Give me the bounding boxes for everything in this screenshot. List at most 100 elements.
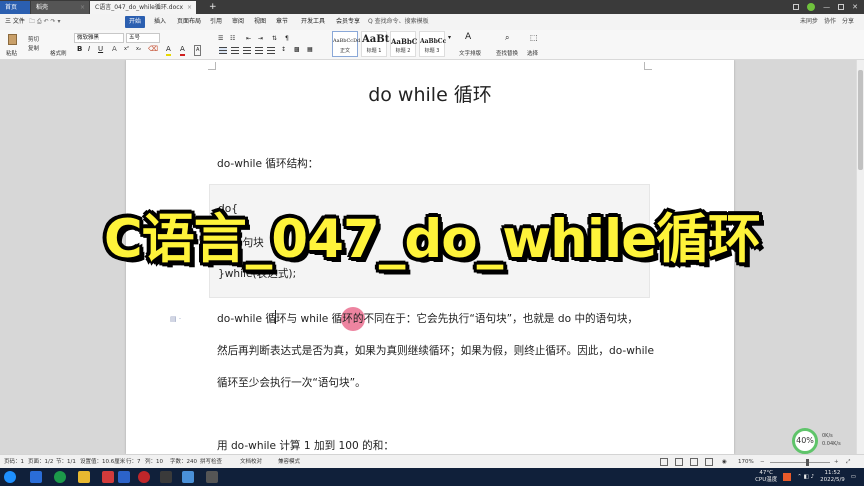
italic-button[interactable]: I: [88, 45, 90, 54]
clear-format-icon[interactable]: ⌫: [148, 45, 158, 54]
sogou-ime-icon[interactable]: [783, 473, 792, 481]
bullets-icon[interactable]: ☰: [218, 34, 223, 43]
superscript-button[interactable]: x²: [124, 45, 129, 54]
menu-references[interactable]: 引用: [210, 16, 222, 28]
zoom-level[interactable]: 170%: [738, 457, 754, 467]
style-heading-1[interactable]: AaBt 标题 1: [361, 31, 389, 57]
justify-icon[interactable]: [255, 47, 263, 54]
font-size-select[interactable]: 五号: [126, 33, 160, 43]
tab-docer[interactable]: 稻壳 ×: [31, 1, 89, 14]
share-button[interactable]: 分享: [842, 16, 854, 28]
font-name-select[interactable]: 微软雅黑: [74, 33, 124, 43]
performance-widget[interactable]: 40%: [792, 428, 818, 454]
menu-chapter[interactable]: 章节: [276, 16, 288, 28]
find-replace-icon[interactable]: ⌕: [505, 33, 509, 42]
quick-access-icons[interactable]: 🗀 ⎙ ↶ ↷ ▾: [29, 16, 61, 28]
menu-page-layout[interactable]: 页面布局: [177, 16, 201, 28]
sort-icon[interactable]: ⇅: [272, 34, 277, 43]
fullscreen-icon[interactable]: ⤢: [846, 457, 850, 467]
borders-icon[interactable]: ▦: [307, 45, 313, 54]
status-words[interactable]: 字数：240: [170, 457, 197, 467]
menu-member[interactable]: 会员专享: [336, 16, 360, 28]
scrollbar-thumb[interactable]: [858, 70, 863, 170]
menu-insert[interactable]: 插入: [154, 16, 166, 28]
taskbar-app-icon[interactable]: [54, 471, 66, 483]
status-page[interactable]: 页码：1: [4, 457, 24, 467]
underline-button[interactable]: U: [98, 45, 103, 54]
subscript-button[interactable]: x₂: [136, 45, 141, 54]
zoom-in-button[interactable]: +: [834, 457, 839, 467]
outline-view-icon[interactable]: [675, 458, 683, 466]
select-button[interactable]: 选择: [527, 49, 538, 57]
zoom-slider-thumb[interactable]: [806, 459, 809, 466]
zoom-out-button[interactable]: −: [760, 457, 765, 467]
indent-increase-icon[interactable]: ⇥: [258, 34, 263, 43]
collaborate-button[interactable]: 协作: [824, 16, 836, 28]
align-center-icon[interactable]: [231, 47, 239, 54]
tab-home[interactable]: 首页: [0, 1, 30, 14]
eye-protect-icon[interactable]: ◉: [722, 457, 727, 467]
menu-review[interactable]: 审阅: [232, 16, 244, 28]
account-avatar[interactable]: [807, 3, 816, 11]
taskbar-app-icon[interactable]: [102, 471, 114, 483]
status-spell-check[interactable]: 拼写检查: [200, 457, 222, 467]
text-layout-icon[interactable]: A: [465, 33, 471, 42]
status-pages[interactable]: 页面：1/2: [28, 457, 53, 467]
line-spacing-icon[interactable]: ↕: [281, 45, 286, 54]
menu-view[interactable]: 视图: [254, 16, 266, 28]
menu-file[interactable]: 三 文件: [5, 16, 25, 28]
style-normal[interactable]: AaBbCcDd 正文: [332, 31, 360, 57]
web-view-icon[interactable]: [690, 458, 698, 466]
format-painter-button[interactable]: 格式刷: [50, 49, 67, 57]
close-icon[interactable]: ×: [187, 1, 192, 14]
taskbar-app-icon[interactable]: [160, 471, 172, 483]
strikethrough-button[interactable]: A: [112, 45, 117, 54]
bold-button[interactable]: B: [77, 45, 82, 54]
sync-status[interactable]: 未同步: [800, 16, 818, 28]
taskbar-app-icon[interactable]: [182, 471, 194, 483]
status-row[interactable]: 行：7: [126, 457, 141, 467]
distribute-icon[interactable]: [267, 47, 275, 54]
new-tab-button[interactable]: +: [209, 0, 217, 14]
char-border-button[interactable]: A: [194, 45, 202, 56]
status-position[interactable]: 设置值：10.6厘米: [80, 457, 125, 467]
style-heading-3[interactable]: AaBbCc 标题 3: [419, 31, 446, 57]
recorder-icon[interactable]: [138, 471, 150, 483]
clock[interactable]: 11:52 2022/5/9: [820, 470, 845, 484]
tray-icons[interactable]: ⌃ ◧ ♪: [797, 474, 814, 481]
paste-button[interactable]: 粘贴: [6, 49, 17, 57]
numbering-icon[interactable]: ☷: [230, 34, 235, 43]
maximize-icon[interactable]: [838, 4, 845, 10]
align-left-icon[interactable]: [219, 47, 227, 54]
minimize-icon[interactable]: —: [823, 3, 830, 11]
taskbar-app-icon[interactable]: [206, 471, 218, 483]
styles-more-icon[interactable]: ▾: [448, 33, 451, 42]
command-search[interactable]: Q 查找命令、搜索模板: [368, 16, 429, 28]
menu-home[interactable]: 开始: [125, 16, 146, 28]
zoom-slider[interactable]: [770, 462, 830, 463]
tab-document[interactable]: C语言_047_do_while循环.docx ×: [90, 1, 196, 14]
notification-icon[interactable]: ▭: [851, 474, 856, 481]
copy-button[interactable]: 复制: [28, 44, 39, 52]
select-icon[interactable]: ⬚: [530, 33, 538, 42]
indent-decrease-icon[interactable]: ⇤: [246, 34, 251, 43]
text-layout-button[interactable]: 文字排版: [459, 49, 481, 57]
status-section[interactable]: 节：1/1: [56, 457, 76, 467]
taskbar-app-icon[interactable]: [30, 471, 42, 483]
close-icon[interactable]: ×: [80, 1, 85, 14]
cut-button[interactable]: 剪切: [28, 35, 39, 43]
find-replace-button[interactable]: 查找替换: [496, 49, 518, 57]
status-col[interactable]: 列：10: [145, 457, 163, 467]
shading-icon[interactable]: ▩: [294, 45, 300, 54]
read-view-icon[interactable]: [705, 458, 713, 466]
align-right-icon[interactable]: [243, 47, 251, 54]
wps-writer-icon[interactable]: [118, 471, 130, 483]
font-color-button[interactable]: A: [180, 45, 185, 56]
style-heading-2[interactable]: AaBbC 标题 2: [390, 31, 417, 57]
highlight-button[interactable]: A: [166, 45, 171, 56]
status-doc-check[interactable]: 文档校对: [240, 457, 262, 467]
show-marks-icon[interactable]: ¶: [285, 34, 289, 43]
cpu-temperature[interactable]: 47°C CPU温度: [755, 470, 777, 484]
page-view-icon[interactable]: [660, 458, 668, 466]
paste-icon[interactable]: [8, 34, 17, 45]
